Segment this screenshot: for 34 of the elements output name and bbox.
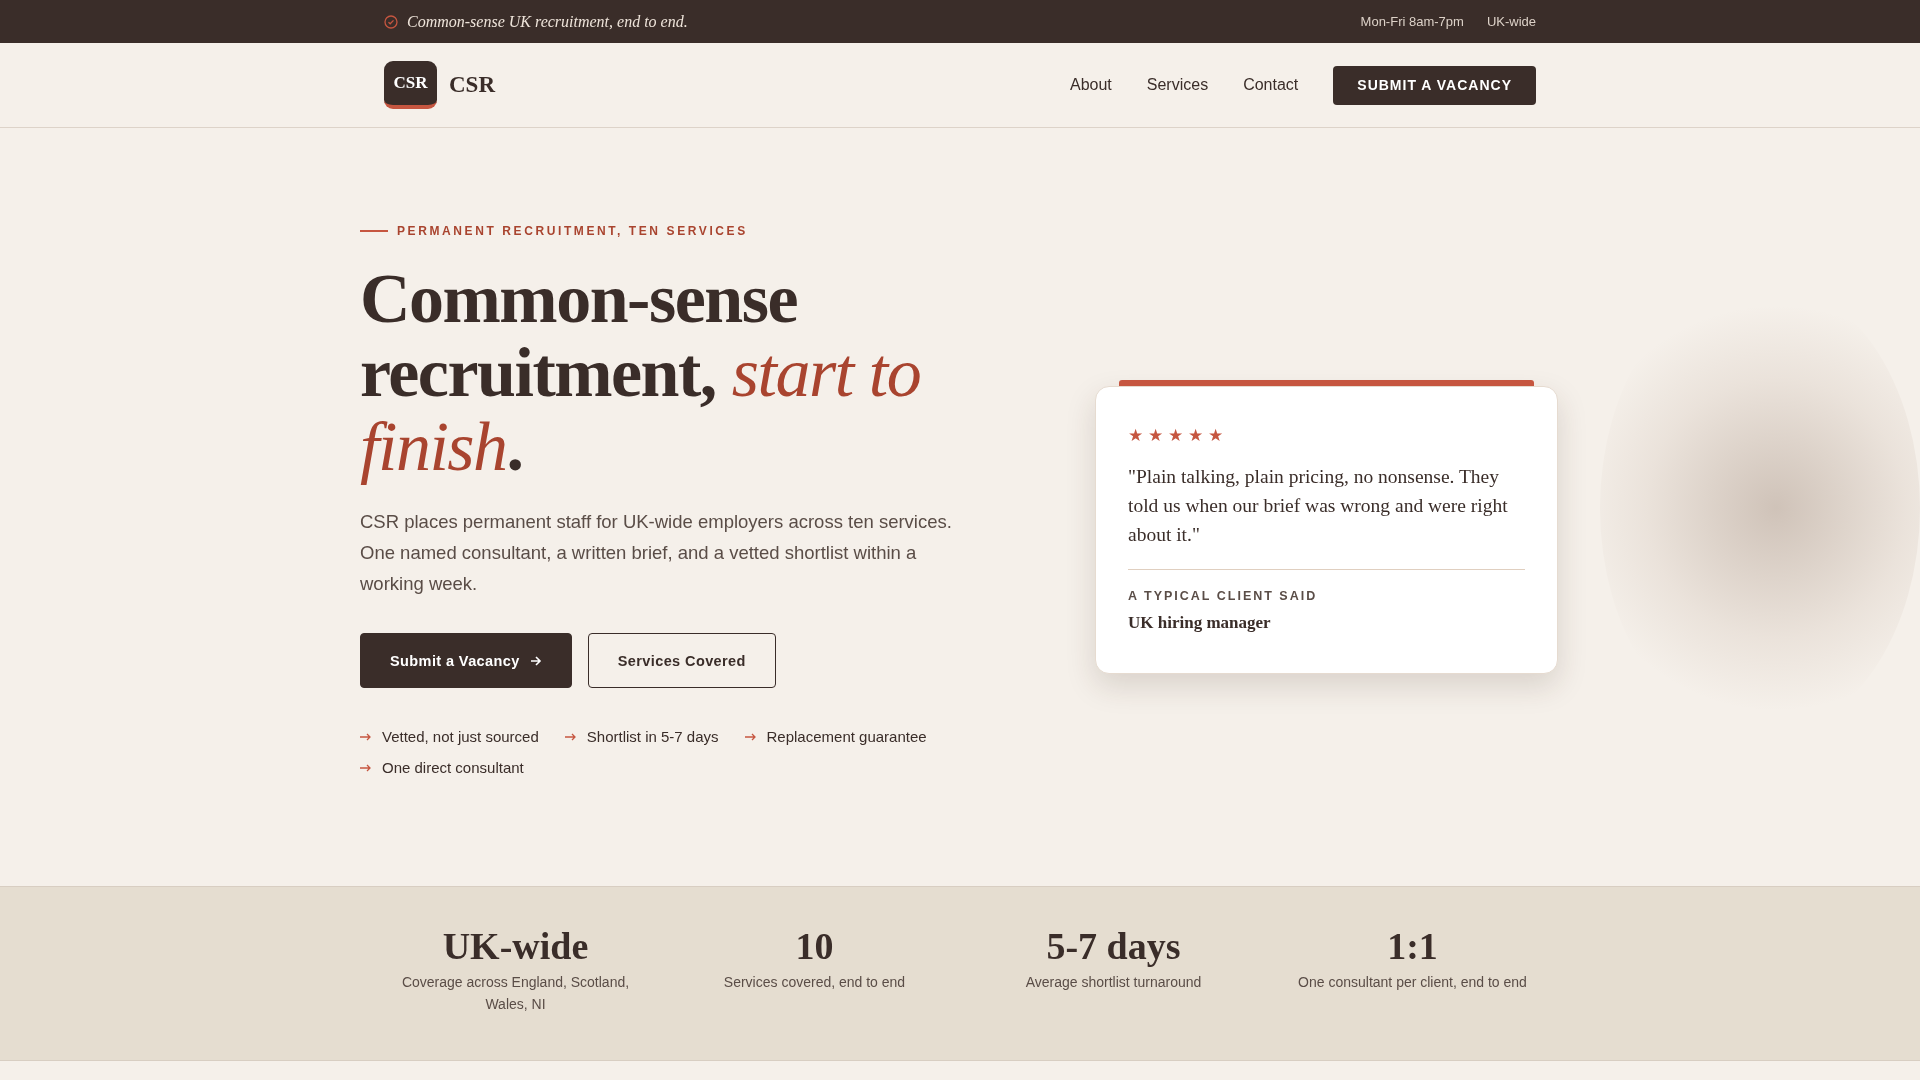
star-icon: ★ xyxy=(1168,427,1183,444)
eyebrow-text: PERMANENT RECRUITMENT, TEN SERVICES xyxy=(397,224,748,238)
stat-caption: Coverage across England, Scotland, Wales, NI xyxy=(400,973,631,1014)
submit-vacancy-button[interactable]: SUBMIT A VACANCY xyxy=(1333,65,1536,105)
opening-hours: Mon-Fri 8am-7pm xyxy=(1360,14,1464,29)
testimonial-quote: "Plain talking, plain pricing, no nonsense. They told us when our brief was wrong and were right about it." xyxy=(1128,465,1509,547)
stat-caption: Services covered, end to end xyxy=(722,973,907,992)
feature-point: Vetted, not just sourced xyxy=(382,728,539,745)
nav-link[interactable]: About xyxy=(1070,76,1112,94)
coverage-note: UK-wide xyxy=(1486,14,1536,29)
stat-caption: One consultant per client, end to end xyxy=(1297,973,1528,992)
stat-value: 5-7 days xyxy=(1046,925,1181,967)
logo-badge[interactable]: CSR xyxy=(384,61,437,109)
stat-value: 1:1 xyxy=(1387,925,1438,967)
stat-caption: Average shortlist turnaround xyxy=(1024,973,1203,992)
nav-link[interactable]: Contact xyxy=(1243,76,1299,94)
hero-intro: CSR places permanent staff for UK-wide employers across ten services. One named consultant, a written brief, and a vetted shortlist within a working week. xyxy=(360,510,953,596)
star-icon: ★ xyxy=(1128,427,1143,444)
testimonial-author: UK hiring manager xyxy=(1128,613,1272,633)
feature-point: Replacement guarantee xyxy=(766,728,927,745)
star-icon: ★ xyxy=(1208,427,1223,444)
testimonial-label: A TYPICAL CLIENT SAID xyxy=(1128,589,1319,603)
tagline: Common-sense UK recruitment, end to end. xyxy=(407,12,688,31)
stat-value: 10 xyxy=(795,925,834,967)
star-icon: ★ xyxy=(1148,427,1163,444)
nav-link[interactable]: Services xyxy=(1146,76,1209,94)
feature-point: One direct consultant xyxy=(382,759,524,776)
submit-vacancy-button[interactable]: Submit a Vacancy xyxy=(360,633,572,688)
feature-point: Shortlist in 5-7 days xyxy=(586,728,719,745)
hero-headline: Common-sense recruitment, start to finish. xyxy=(360,262,922,484)
logo-text[interactable]: CSR xyxy=(449,72,495,98)
star-icon: ★ xyxy=(1188,427,1203,444)
stat-value: UK-wide xyxy=(442,925,589,967)
services-button[interactable]: Services Covered xyxy=(587,633,776,688)
